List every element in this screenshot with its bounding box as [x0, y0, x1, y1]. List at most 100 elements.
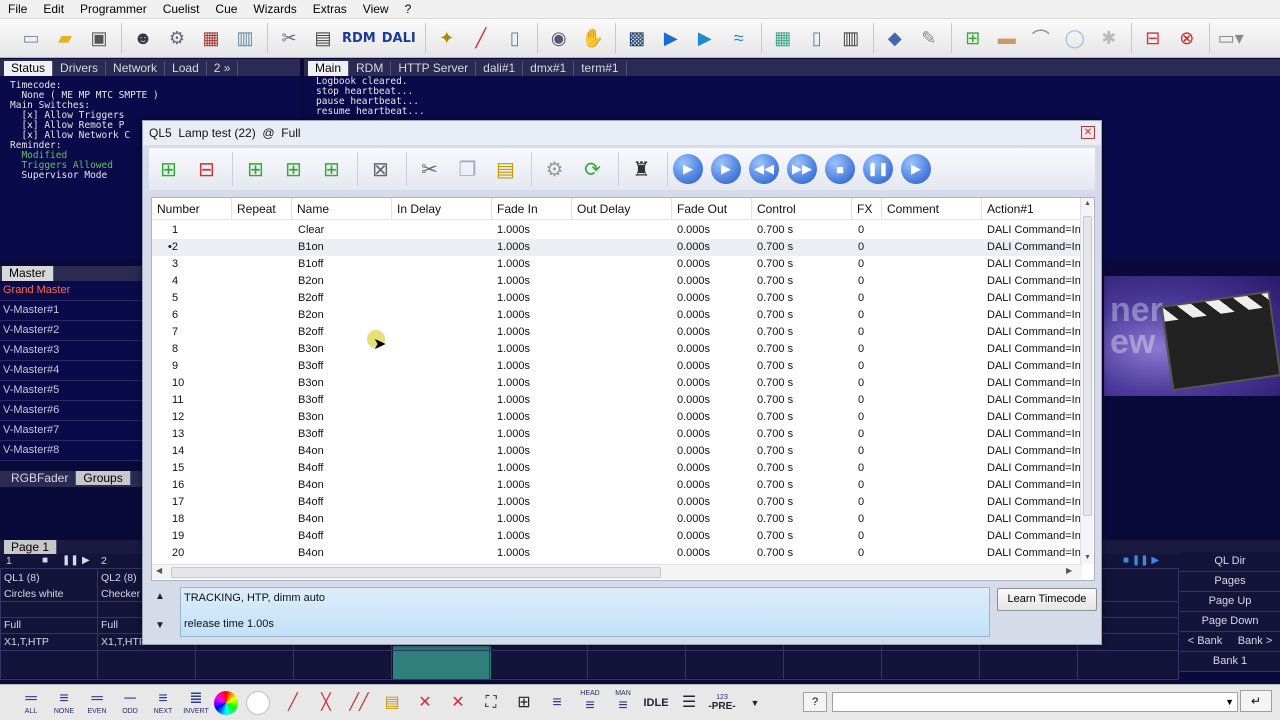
clipboard-icon[interactable]: ▤ — [377, 688, 407, 718]
ql-dir-button[interactable]: QL Dir — [1180, 552, 1280, 572]
select-all-button[interactable]: ═ ALL — [16, 688, 46, 718]
tape-icon[interactable]: ▬ — [992, 23, 1022, 53]
document-icon[interactable]: ▯ — [802, 23, 832, 53]
grid-icon[interactable]: ▦ — [768, 23, 798, 53]
table-row[interactable]: 20 B4on 1.000s 0.000s 0.700 s 0 DALI Command=I… — [152, 545, 1082, 562]
bank-1-button[interactable]: Bank 1 — [1180, 652, 1280, 672]
list-view-icon[interactable]: ☰ — [674, 688, 704, 718]
v-master-fader[interactable]: V-Master#5 — [0, 381, 142, 401]
table-row[interactable]: 17 B4off 1.000s 0.000s 0.700 s 0 DALI Command=… — [152, 494, 1082, 511]
scrollbar-thumb[interactable] — [1083, 216, 1092, 516]
bank-next-button[interactable]: Bank > — [1230, 632, 1280, 651]
table-row[interactable]: 9 B3off 1.000s 0.000s 0.700 s 0 DALI Command=I… — [152, 358, 1082, 375]
magic-hat-icon[interactable]: ♜ — [624, 152, 659, 187]
menu-extras[interactable]: Extras — [305, 0, 355, 19]
scrollbar-thumb[interactable] — [171, 567, 661, 578]
insert-cue-icon[interactable]: ⊞ — [238, 152, 273, 187]
hand-icon[interactable]: ✋ — [578, 23, 608, 53]
idle-button[interactable]: IDLE — [641, 688, 671, 718]
add-fixture-icon[interactable]: ⊞ — [958, 23, 988, 53]
insert-cue-after-icon[interactable]: ⊞ — [314, 152, 349, 187]
close-icon[interactable]: ✕ — [1081, 126, 1095, 139]
table-row[interactable]: 11 B3off 1.000s 0.000s 0.700 s 0 DALI Command=… — [152, 392, 1082, 409]
v-master-fader[interactable]: V-Master#8 — [0, 441, 142, 461]
table-row[interactable]: •2 B1on 1.000s 0.000s 0.700 s 0 DALI Command=I… — [152, 239, 1082, 256]
rewind-icon[interactable]: ◀◀ — [749, 154, 779, 184]
grand-master-fader[interactable]: Grand Master — [0, 281, 142, 301]
column-header-repeat[interactable]: Repeat — [232, 198, 292, 220]
stage-icon[interactable]: ▩ — [622, 23, 652, 53]
tab-dmx1[interactable]: dmx#1 — [523, 61, 575, 76]
color-wheel-icon[interactable] — [214, 690, 238, 715]
rdm-button[interactable]: RDM — [342, 31, 376, 46]
table-row[interactable]: 1 Clear 1.000s 0.000s 0.700 s 0 DALI Command=I… — [152, 222, 1082, 239]
menu-programmer[interactable]: Programmer — [72, 0, 155, 19]
page-down-button[interactable]: Page Down — [1180, 612, 1280, 632]
select-next-button[interactable]: ≡ NEXT — [148, 688, 178, 718]
tab-term1[interactable]: term#1 — [574, 61, 627, 76]
table-row[interactable]: 16 B4on 1.000s 0.000s 0.700 s 0 DALI Command=I… — [152, 477, 1082, 494]
save-icon[interactable]: ▣ — [84, 23, 114, 53]
tab-rgbfader[interactable]: RGBFader — [4, 471, 77, 485]
menu-cuelist[interactable]: Cuelist — [155, 0, 208, 19]
scroll-down-icon[interactable]: ▼ — [1084, 554, 1091, 561]
barcode-icon[interactable]: ▥ — [836, 23, 866, 53]
settings-icon[interactable]: ✱ — [1094, 23, 1124, 53]
stop-icon[interactable]: ■ — [825, 154, 855, 184]
mini-stop-button[interactable]: ■ ❚❚ ▶ — [1123, 555, 1159, 566]
delete-fixture-icon[interactable]: ⊟ — [1138, 23, 1168, 53]
pages-button[interactable]: Pages — [1180, 572, 1280, 592]
scroll-right-icon[interactable]: ▶ — [1066, 566, 1072, 575]
active-cuelist-cell[interactable] — [393, 646, 491, 680]
refresh-icon[interactable]: ⟳ — [575, 152, 610, 187]
play-icon[interactable]: ▶ — [901, 154, 931, 184]
cuelist-ql1-title[interactable]: QL1 (8) — [4, 572, 40, 584]
column-header-comment[interactable]: Comment — [882, 198, 982, 220]
column-header-name[interactable]: Name — [292, 198, 392, 220]
white-color-icon[interactable] — [246, 690, 270, 715]
tab-status[interactable]: Status — [4, 61, 54, 76]
copy-icon[interactable]: ❐ — [450, 152, 485, 187]
layout-grid-icon[interactable]: ⊞ — [509, 688, 539, 718]
panel-icon[interactable]: ▯ — [500, 23, 530, 53]
open-folder-icon[interactable]: ▰ — [50, 23, 80, 53]
tab-page-1[interactable]: Page 1 — [4, 540, 58, 554]
cut-icon[interactable]: ✂ — [412, 152, 447, 187]
table-row[interactable]: 6 B2on 1.000s 0.000s 0.700 s 0 DALI Command=In — [152, 307, 1082, 324]
v-master-fader[interactable]: V-Master#2 — [0, 321, 142, 341]
new-file-icon[interactable]: ▭ — [16, 23, 46, 53]
table-row[interactable]: 15 B4off 1.000s 0.000s 0.700 s 0 DALI Command=… — [152, 460, 1082, 477]
fast-forward-icon[interactable]: ▶▶ — [787, 154, 817, 184]
preset-button[interactable]: 123 -PRE- — [707, 688, 737, 718]
clear-pen-alt-icon[interactable]: ✕ — [443, 688, 473, 718]
command-input[interactable]: ▼ — [832, 692, 1238, 712]
table-row[interactable]: 7 B2off 1.000s 0.000s 0.700 s 0 DALI Command=I… — [152, 324, 1082, 341]
pen-add-icon[interactable]: ╱ — [278, 688, 308, 718]
table-row[interactable]: 13 B3off 1.000s 0.000s 0.700 s 0 DALI Command=… — [152, 426, 1082, 443]
tab-drivers[interactable]: Drivers — [53, 61, 107, 76]
v-master-fader[interactable]: V-Master#3 — [0, 341, 142, 361]
table-row[interactable]: 19 B4off 1.000s 0.000s 0.700 s 0 DALI Command=… — [152, 528, 1082, 545]
column-header-control[interactable]: Control — [752, 198, 852, 220]
tab-rdm[interactable]: RDM — [349, 61, 392, 76]
menu-file[interactable]: File — [0, 0, 35, 19]
scroll-left-icon[interactable]: ◀ — [156, 566, 162, 575]
enter-button[interactable]: ↵ — [1240, 690, 1272, 712]
column-header-outdelay[interactable]: Out Delay — [572, 198, 672, 220]
select-even-button[interactable]: ═ EVEN — [82, 688, 112, 718]
v-master-fader[interactable]: V-Master#6 — [0, 401, 142, 421]
menu-wizards[interactable]: Wizards — [245, 0, 304, 19]
patch-icon[interactable]: ▦ — [196, 23, 226, 53]
table-row[interactable]: 12 B3on 1.000s 0.000s 0.700 s 0 DALI Command=I… — [152, 409, 1082, 426]
dropdown-arrow-icon[interactable]: ▼ — [740, 688, 770, 718]
tab-load[interactable]: Load — [165, 61, 207, 76]
insert-cue-before-icon[interactable]: ⊞ — [276, 152, 311, 187]
go-button[interactable]: ▶ — [82, 555, 90, 566]
vertical-scrollbar[interactable]: ▲ ▼ — [1080, 198, 1093, 564]
go-icon[interactable]: ▶ — [673, 154, 703, 184]
chevron-down-icon[interactable]: ▼ — [155, 620, 165, 631]
table-row[interactable]: 4 B2on 1.000s 0.000s 0.700 s 0 DALI Command=In — [152, 273, 1082, 290]
help-button[interactable]: ? — [803, 692, 827, 712]
page-up-button[interactable]: Page Up — [1180, 592, 1280, 612]
v-master-fader[interactable]: V-Master#7 — [0, 421, 142, 441]
